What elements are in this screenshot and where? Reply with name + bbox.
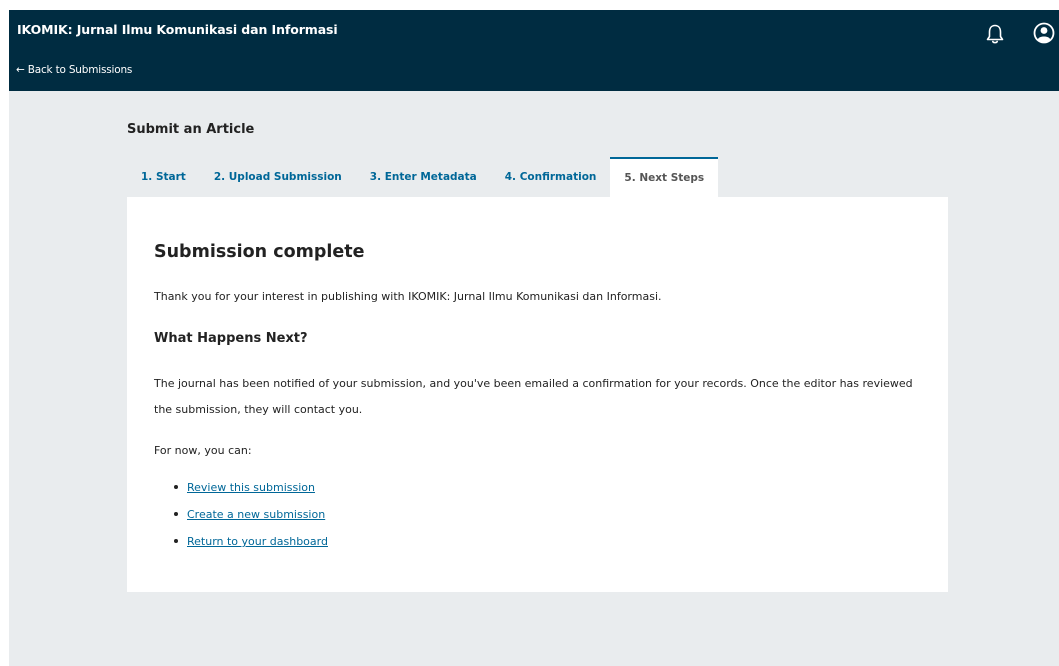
what-happens-next-heading: What Happens Next? xyxy=(154,331,308,346)
back-to-submissions-link[interactable]: ← Back to Submissions xyxy=(16,64,132,76)
submission-complete-heading: Submission complete xyxy=(154,242,365,262)
list-item: Return to your dashboard xyxy=(174,534,328,561)
tab-enter-metadata[interactable]: 3. Enter Metadata xyxy=(356,157,491,197)
notification-text: The journal has been notified of your su… xyxy=(154,377,913,416)
top-navbar: IKOMIK: Jurnal Ilmu Komunikasi dan Infor… xyxy=(9,10,1059,91)
tab-next-steps[interactable]: 5. Next Steps xyxy=(610,157,719,197)
tab-start[interactable]: 1. Start xyxy=(127,157,200,197)
app-frame: IKOMIK: Jurnal Ilmu Komunikasi dan Infor… xyxy=(9,10,1059,666)
list-item: Create a new submission xyxy=(174,507,328,534)
wizard-tabs: 1. Start 2. Upload Submission 3. Enter M… xyxy=(127,157,719,197)
user-icon[interactable] xyxy=(1033,22,1055,44)
create-new-submission-link[interactable]: Create a new submission xyxy=(187,508,325,521)
next-steps-panel: Submission complete Thank you for your i… xyxy=(127,197,948,592)
for-now-text: For now, you can: xyxy=(154,444,252,457)
bell-icon[interactable] xyxy=(985,23,1005,45)
journal-title[interactable]: IKOMIK: Jurnal Ilmu Komunikasi dan Infor… xyxy=(17,22,338,37)
tab-upload-submission[interactable]: 2. Upload Submission xyxy=(200,157,356,197)
return-to-dashboard-link[interactable]: Return to your dashboard xyxy=(187,535,328,548)
page-title: Submit an Article xyxy=(127,122,255,137)
list-item: Review this submission xyxy=(174,480,328,507)
thank-you-text: Thank you for your interest in publishin… xyxy=(154,290,662,303)
review-submission-link[interactable]: Review this submission xyxy=(187,481,315,494)
tab-confirmation[interactable]: 4. Confirmation xyxy=(491,157,611,197)
next-actions-list: Review this submission Create a new subm… xyxy=(174,480,328,561)
